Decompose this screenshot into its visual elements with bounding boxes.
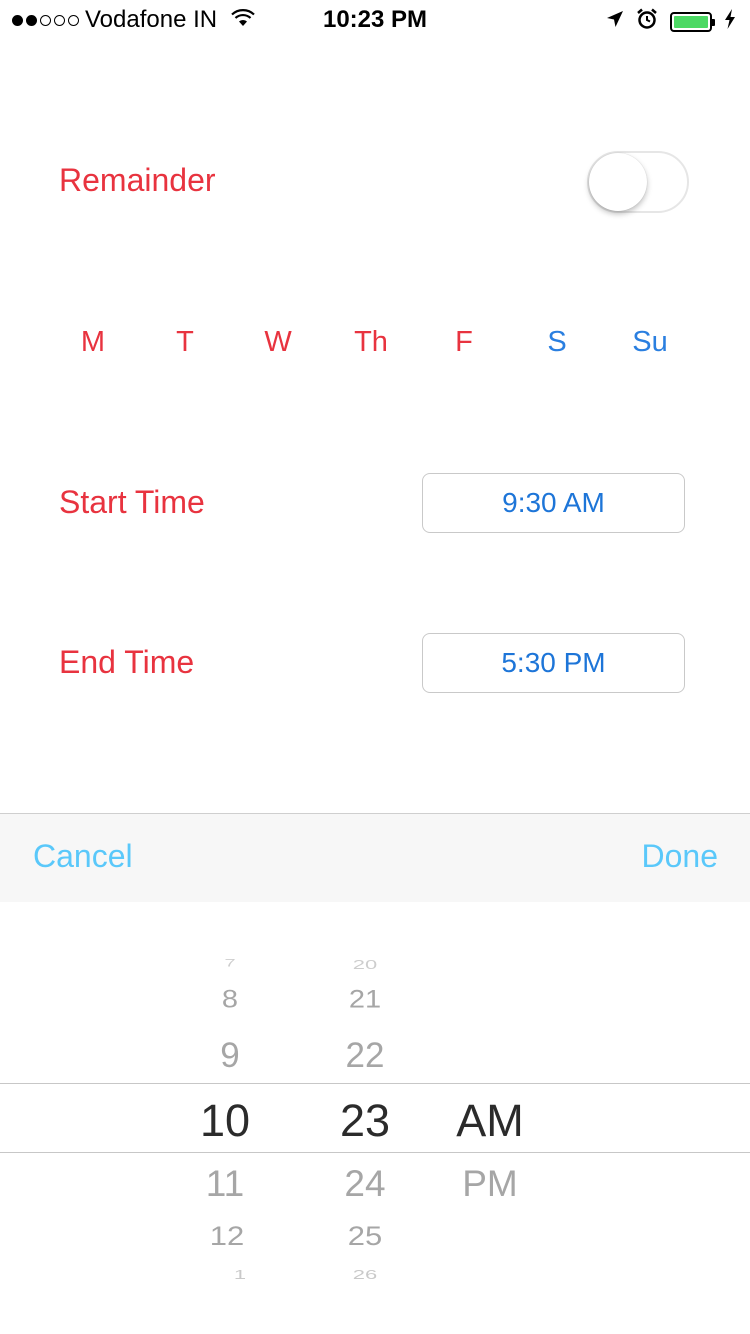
day-thursday[interactable]: Th bbox=[325, 326, 417, 359]
location-arrow-icon bbox=[606, 10, 624, 33]
cancel-button[interactable]: Cancel bbox=[33, 838, 133, 875]
picker-toolbar: Cancel Done bbox=[0, 813, 750, 902]
day-saturday[interactable]: S bbox=[511, 326, 603, 359]
charging-bolt-icon bbox=[724, 9, 736, 34]
hour-option[interactable]: 11 bbox=[175, 1163, 275, 1205]
day-sunday[interactable]: Su bbox=[604, 326, 696, 359]
minute-option[interactable]: 26 bbox=[315, 1267, 415, 1283]
minute-option[interactable]: 22 bbox=[315, 1036, 415, 1076]
hour-option[interactable]: 8 bbox=[180, 986, 280, 1014]
minute-option[interactable]: 20 bbox=[315, 957, 415, 973]
start-time-label: Start Time bbox=[59, 484, 205, 520]
alarm-clock-icon bbox=[636, 8, 658, 35]
hour-selected[interactable]: 10 bbox=[170, 1095, 280, 1147]
selection-line-bottom bbox=[0, 1152, 750, 1153]
hour-option[interactable]: 12 bbox=[177, 1220, 277, 1252]
hour-option[interactable]: 7 bbox=[180, 957, 280, 970]
reminder-toggle[interactable] bbox=[587, 151, 689, 213]
days-of-week: M T W Th F S Su bbox=[47, 326, 697, 366]
end-time-label: End Time bbox=[59, 644, 195, 680]
minute-option[interactable]: 21 bbox=[315, 986, 415, 1014]
selection-line-top bbox=[0, 1083, 750, 1084]
day-wednesday[interactable]: W bbox=[232, 326, 324, 359]
status-right bbox=[606, 8, 736, 35]
hour-option[interactable]: 9 bbox=[180, 1036, 280, 1076]
minute-option[interactable]: 24 bbox=[315, 1163, 415, 1205]
toggle-knob bbox=[589, 153, 647, 211]
period-selected[interactable]: AM bbox=[430, 1095, 550, 1147]
done-button[interactable]: Done bbox=[642, 838, 719, 875]
day-tuesday[interactable]: T bbox=[139, 326, 231, 359]
period-option[interactable]: PM bbox=[430, 1163, 550, 1205]
end-time-field[interactable]: 5:30 PM bbox=[422, 633, 685, 693]
reminder-label: Remainder bbox=[59, 162, 216, 198]
day-friday[interactable]: F bbox=[418, 326, 510, 359]
time-picker-wheel[interactable]: 7 8 9 10 11 12 1 20 21 22 23 24 25 26 AM… bbox=[0, 902, 750, 1334]
day-monday[interactable]: M bbox=[47, 326, 139, 359]
start-time-field[interactable]: 9:30 AM bbox=[422, 473, 685, 533]
status-bar: Vodafone IN 10:23 PM bbox=[0, 0, 750, 40]
hour-option[interactable]: 1 bbox=[190, 1267, 290, 1283]
minute-selected[interactable]: 23 bbox=[310, 1095, 420, 1147]
minute-option[interactable]: 25 bbox=[315, 1220, 415, 1252]
battery-icon bbox=[670, 11, 715, 32]
